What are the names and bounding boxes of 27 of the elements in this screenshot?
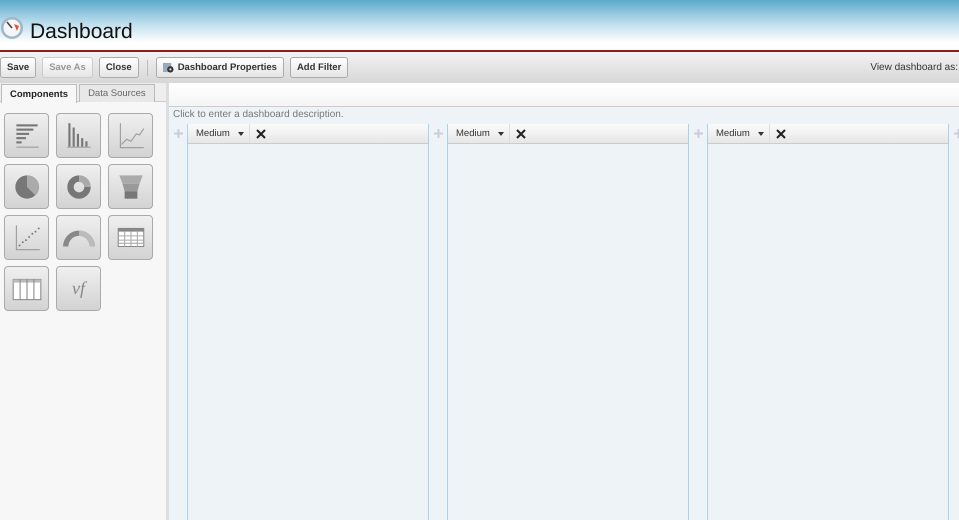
close-icon[interactable] (516, 128, 526, 138)
hbar-chart-tile[interactable] (4, 113, 49, 158)
close-icon[interactable] (776, 128, 786, 138)
column-chart-tile[interactable] (56, 113, 101, 158)
line-chart-tile[interactable] (108, 113, 153, 158)
toolbar-button[interactable]: Add Filter (290, 57, 348, 78)
sidebar-tab[interactable]: Components (1, 84, 78, 103)
view-as-label: View dashboard as: (870, 62, 958, 73)
close-icon[interactable] (256, 128, 266, 138)
page-title: Dashboard (30, 20, 133, 44)
toolbar-button[interactable]: Dashboard Properties (156, 57, 284, 78)
caret-icon (758, 132, 764, 136)
gauge-chart-tile[interactable] (56, 215, 101, 260)
gear-icon (162, 62, 174, 73)
funnel-chart-tile[interactable] (108, 164, 153, 209)
grid-chart-tile[interactable] (4, 266, 49, 311)
scatter-chart-tile[interactable] (4, 215, 49, 260)
pie-chart-tile[interactable] (4, 164, 49, 209)
donut-chart-tile[interactable] (56, 164, 101, 209)
description-placeholder[interactable]: Click to enter a dashboard description. (169, 107, 348, 124)
caret-icon (498, 132, 504, 136)
toolbar-button[interactable]: Close (98, 57, 139, 78)
gauge-logo-icon (0, 16, 24, 40)
table-chart-tile[interactable] (108, 215, 153, 260)
sidebar-tab[interactable]: Data Sources (79, 84, 155, 102)
toolbar-button[interactable]: Save (0, 57, 36, 78)
caret-icon (238, 132, 244, 136)
